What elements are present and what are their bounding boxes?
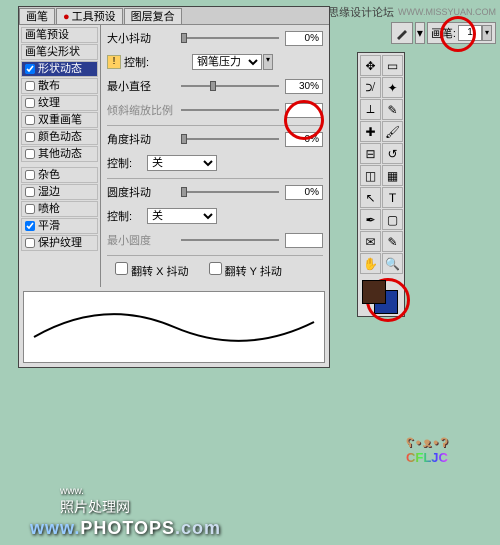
min-roundness-row: 最小圆度	[107, 231, 323, 249]
brush-size-arrow[interactable]: ▾	[482, 25, 492, 41]
panel-tabs: 画笔 ●工具预设 图层复合	[19, 7, 329, 25]
side-shape-dynamics[interactable]: 形状动态	[21, 61, 98, 77]
control1-row: ! 控制: 钢笔压力 ▾	[107, 53, 323, 71]
angle-jitter-row: 角度抖动 0%	[107, 130, 323, 148]
tilt-scale-value	[285, 103, 323, 118]
history-brush-icon[interactable]: ↺	[382, 143, 403, 164]
control2-row: 控制: 关	[107, 154, 323, 172]
pen-tool-icon[interactable]: ✒	[360, 209, 381, 230]
roundness-jitter-value[interactable]: 0%	[285, 185, 323, 200]
min-diameter-value[interactable]: 30%	[285, 79, 323, 94]
options-bar: ▾ 画笔: 1 ▾	[391, 22, 496, 44]
angle-jitter-value[interactable]: 0%	[285, 132, 323, 147]
brush-size-value[interactable]: 1	[458, 25, 482, 41]
brush-option-list: 画笔预设 画笔尖形状 形状动态 散布 纹理 双重画笔 颜色动态 其他动态 杂色 …	[19, 25, 101, 287]
angle-jitter-slider[interactable]	[181, 138, 279, 140]
warning-icon: !	[107, 55, 121, 69]
move-tool-icon[interactable]: ✥	[360, 55, 381, 76]
control1-select[interactable]: 钢笔压力	[192, 54, 262, 70]
min-diameter-slider[interactable]	[181, 85, 279, 87]
side-protect-texture[interactable]: 保护纹理	[21, 235, 98, 251]
crop-tool-icon[interactable]: ⟂	[360, 99, 381, 120]
side-scattering[interactable]: 散布	[21, 78, 98, 94]
brush-size-field: 画笔: 1 ▾	[427, 22, 496, 44]
control3-row: 控制: 关	[107, 207, 323, 225]
shape-dynamics-settings: 大小抖动 0% ! 控制: 钢笔压力 ▾ 最小直径 30% 倾斜缩放比例	[101, 25, 329, 287]
side-wet-edges[interactable]: 湿边	[21, 184, 98, 200]
stamp-tool-icon[interactable]: ⊟	[360, 143, 381, 164]
notes-tool-icon[interactable]: ✉	[360, 231, 381, 252]
lasso-tool-icon[interactable]: ⟉	[360, 77, 381, 98]
roundness-jitter-row: 圆度抖动 0%	[107, 183, 323, 201]
watermark-photops: www.PHOTOPS.com	[30, 518, 221, 539]
size-jitter-slider[interactable]	[181, 37, 279, 39]
side-other-dynamics[interactable]: 其他动态	[21, 146, 98, 162]
tab-brush[interactable]: 画笔	[19, 8, 55, 24]
color-swatches[interactable]	[360, 278, 402, 314]
tilt-scale-row: 倾斜缩放比例	[107, 101, 323, 119]
side-brush-tip[interactable]: 画笔尖形状	[21, 44, 98, 60]
site-label: 思缘设计论坛	[328, 4, 394, 20]
flip-y-checkbox[interactable]: 翻转 Y 抖动	[209, 262, 282, 279]
wand-tool-icon[interactable]: ✦	[382, 77, 403, 98]
watermark-photo-site: www. 照片处理网	[60, 486, 130, 517]
tilt-scale-slider	[181, 109, 279, 111]
size-jitter-row: 大小抖动 0%	[107, 29, 323, 47]
toolbox: ✥ ▭ ⟉ ✦ ⟂ ✎ ✚ 🖌 ⊟ ↺ ◫ ▦ ↖ T ✒ ▢ ✉ ✎ ✋ 🔍	[357, 52, 405, 317]
side-airbrush[interactable]: 喷枪	[21, 201, 98, 217]
side-texture[interactable]: 纹理	[21, 95, 98, 111]
brush-tool-button[interactable]	[391, 22, 413, 44]
gradient-tool-icon[interactable]: ▦	[382, 165, 403, 186]
brush-preview	[23, 291, 325, 363]
flip-x-checkbox[interactable]: 翻转 X 抖动	[115, 262, 189, 279]
control3-select[interactable]: 关	[147, 208, 217, 224]
control2-select[interactable]: 关	[147, 155, 217, 171]
side-noise[interactable]: 杂色	[21, 167, 98, 183]
control1-arrow[interactable]: ▾	[263, 54, 273, 70]
site-url: WWW.MISSYUAN.COM	[398, 7, 496, 17]
roundness-jitter-slider[interactable]	[181, 191, 279, 193]
heal-tool-icon[interactable]: ✚	[360, 121, 381, 142]
tool-dropdown-arrow[interactable]: ▾	[415, 22, 425, 44]
marquee-tool-icon[interactable]: ▭	[382, 55, 403, 76]
eraser-tool-icon[interactable]: ◫	[360, 165, 381, 186]
side-smoothing[interactable]: 平滑	[21, 218, 98, 234]
brush-label: 画笔:	[431, 25, 456, 41]
arrow-tool-icon[interactable]: ↖	[360, 187, 381, 208]
brush-panel: 画笔 ●工具预设 图层复合 画笔预设 画笔尖形状 形状动态 散布 纹理 双重画笔…	[18, 6, 330, 368]
tab-layer-comp[interactable]: 图层复合	[124, 8, 182, 24]
size-jitter-value[interactable]: 0%	[285, 31, 323, 46]
side-color-dynamics[interactable]: 颜色动态	[21, 129, 98, 145]
brush-tool-icon[interactable]: 🖌	[382, 121, 403, 142]
type-tool-icon[interactable]: T	[382, 187, 403, 208]
side-brush-preset[interactable]: 画笔预设	[21, 27, 98, 43]
min-diameter-row: 最小直径 30%	[107, 77, 323, 95]
foreground-color[interactable]	[362, 280, 386, 304]
flip-row: 翻转 X 抖动 翻转 Y 抖动	[107, 260, 323, 283]
shape-tool-icon[interactable]: ▢	[382, 209, 403, 230]
hand-tool-icon[interactable]: ✋	[360, 253, 381, 274]
tab-tool-preset[interactable]: ●工具预设	[56, 8, 123, 24]
eyedropper-tool-icon[interactable]: ✎	[382, 231, 403, 252]
zoom-tool-icon[interactable]: 🔍	[382, 253, 403, 274]
slice-tool-icon[interactable]: ✎	[382, 99, 403, 120]
top-options-bar: 思缘设计论坛 WWW.MISSYUAN.COM	[328, 4, 496, 20]
side-dual-brush[interactable]: 双重画笔	[21, 112, 98, 128]
watermark-cfljc: ʕ•ᴥ•ʔ CFLJC	[406, 434, 450, 465]
